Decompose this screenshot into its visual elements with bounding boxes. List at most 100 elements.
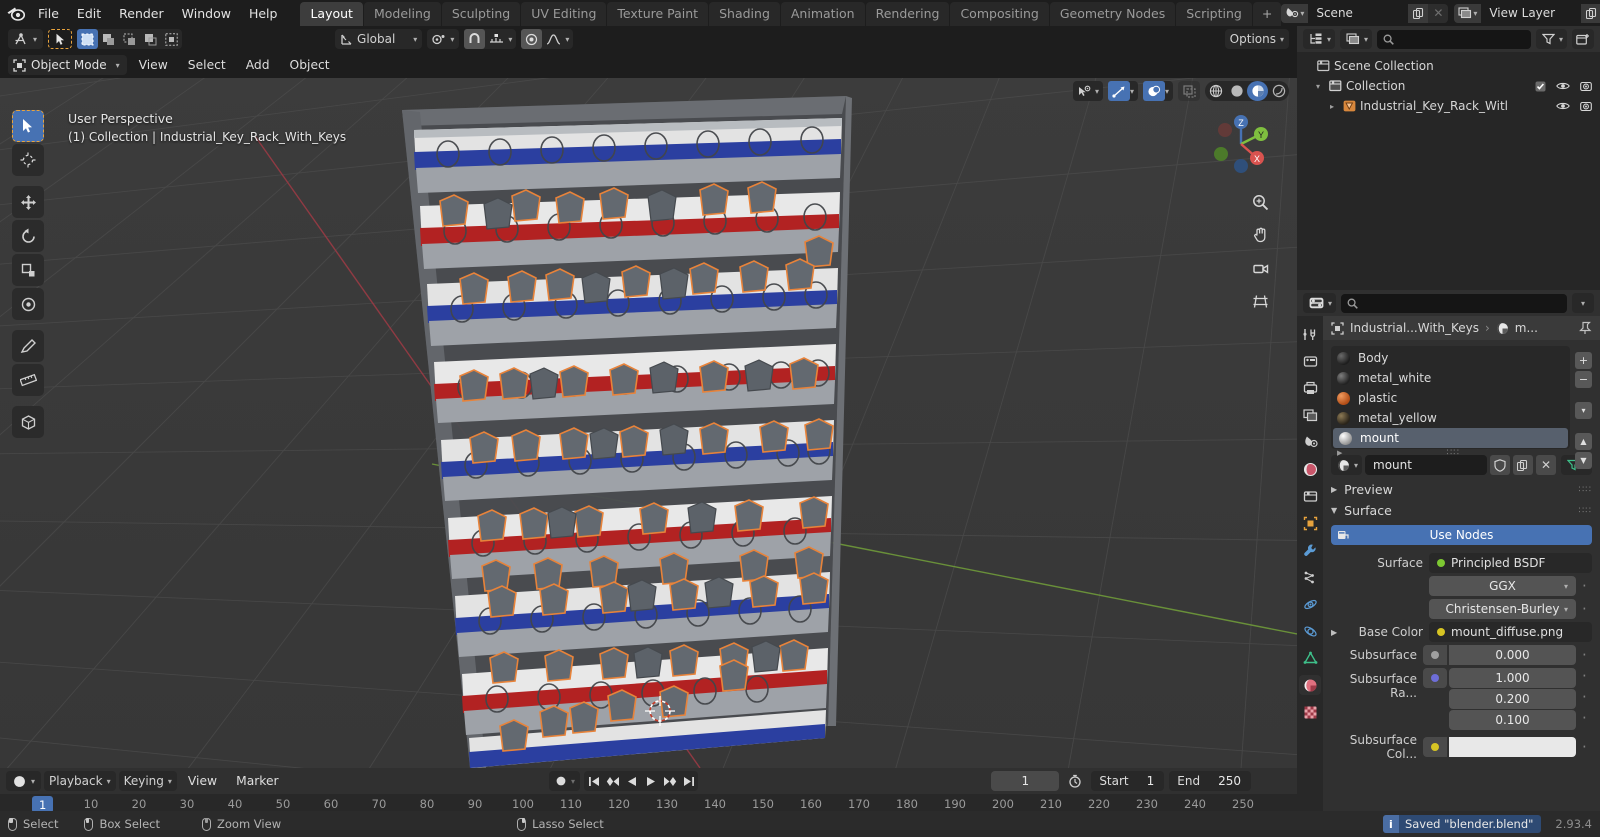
tab-modeling[interactable]: Modeling bbox=[363, 2, 441, 26]
disclosure-triangle[interactable]: ▾ bbox=[1311, 82, 1325, 91]
scale-tool[interactable] bbox=[12, 254, 44, 286]
visibility-selector[interactable]: ▾ bbox=[1072, 81, 1103, 101]
panel-surface[interactable]: ▼ Surface ∷∷ bbox=[1323, 500, 1600, 521]
surface-shader-field[interactable]: Principled BSDF bbox=[1429, 553, 1592, 573]
tab-layout[interactable]: Layout bbox=[300, 2, 363, 26]
add-material-slot-button[interactable]: + bbox=[1575, 352, 1592, 369]
properties-tab-render[interactable] bbox=[1299, 351, 1321, 371]
difference-select-icon[interactable] bbox=[161, 29, 182, 49]
keying-set-selector[interactable]: ▾ bbox=[549, 771, 581, 791]
subsurface-radius-x[interactable]: 1.000 bbox=[1449, 668, 1576, 688]
camera-icon[interactable] bbox=[1580, 101, 1592, 112]
magnet-icon[interactable] bbox=[464, 29, 486, 49]
solid-icon[interactable] bbox=[1226, 81, 1247, 101]
overlays-selector[interactable]: ▾ bbox=[1142, 81, 1173, 101]
subsurface-color-swatch[interactable] bbox=[1449, 737, 1576, 757]
properties-tab-texture[interactable] bbox=[1299, 702, 1321, 722]
properties-tab-modifiers[interactable] bbox=[1299, 540, 1321, 560]
new-material-icon[interactable] bbox=[1512, 455, 1533, 475]
chevron-down-icon[interactable]: ▾ bbox=[1572, 293, 1594, 313]
move-tool[interactable] bbox=[12, 186, 44, 218]
expand-triangle[interactable]: ▶ bbox=[1331, 628, 1341, 637]
outliner-editor-type[interactable]: ▾ bbox=[1303, 29, 1336, 49]
subsurface-method-dropdown[interactable]: Christensen-Burley ▾ bbox=[1429, 599, 1576, 619]
editor-type-selector[interactable]: ▾ bbox=[8, 29, 44, 49]
tab-scripting[interactable]: Scripting bbox=[1176, 2, 1252, 26]
properties-tab-physics[interactable] bbox=[1299, 594, 1321, 614]
outliner-tree[interactable]: Scene Collection ▾ Collection ▸ Industri… bbox=[1297, 52, 1600, 290]
browse-material-button[interactable]: ▾ bbox=[1331, 455, 1363, 475]
overlays-icon[interactable] bbox=[1142, 81, 1165, 101]
list-expand-triangle[interactable]: ▶ bbox=[1337, 449, 1342, 457]
show-hide-icon[interactable] bbox=[1073, 81, 1095, 101]
prev-keyframe-icon[interactable] bbox=[603, 771, 622, 791]
animate-property-dot[interactable]: · bbox=[1582, 602, 1592, 617]
viewport-menu-object[interactable]: Object bbox=[282, 56, 338, 74]
play-reverse-icon[interactable] bbox=[622, 771, 641, 791]
animate-property-dot[interactable]: · bbox=[1582, 690, 1592, 705]
timeline-menu-view[interactable]: View bbox=[180, 772, 225, 790]
menu-window[interactable]: Window bbox=[173, 3, 240, 24]
extend-select-icon[interactable] bbox=[98, 29, 119, 49]
status-report[interactable]: i Saved "blender.blend" bbox=[1382, 815, 1542, 833]
disclosure-triangle[interactable]: ▸ bbox=[1325, 102, 1339, 111]
pin-icon[interactable] bbox=[1578, 321, 1592, 335]
subsurface-radius-y[interactable]: 0.200 bbox=[1449, 689, 1576, 709]
outliner-row-scene-collection[interactable]: Scene Collection bbox=[1297, 56, 1600, 76]
new-view-layer-button[interactable] bbox=[1581, 3, 1600, 23]
stopwatch-icon[interactable] bbox=[1064, 771, 1086, 791]
tweak-cursor-icon[interactable] bbox=[48, 29, 73, 49]
tab-shading[interactable]: Shading bbox=[709, 2, 780, 26]
tab-rendering[interactable]: Rendering bbox=[865, 2, 950, 26]
material-preview-icon[interactable] bbox=[1247, 81, 1268, 101]
new-scene-button[interactable] bbox=[1408, 3, 1429, 23]
checkbox-icon[interactable] bbox=[1535, 81, 1546, 92]
material-name-field[interactable]: mount bbox=[1365, 455, 1487, 475]
outliner-search-input[interactable] bbox=[1377, 29, 1531, 49]
unlink-scene-button[interactable]: ✕ bbox=[1428, 3, 1449, 23]
scene-name[interactable]: Scene bbox=[1308, 3, 1409, 23]
set-select-icon[interactable] bbox=[77, 29, 99, 49]
menu-help[interactable]: Help bbox=[240, 3, 287, 24]
measure-tool[interactable] bbox=[12, 364, 44, 396]
timeline-menu-marker[interactable]: Marker bbox=[228, 772, 287, 790]
material-slot-row[interactable]: plastic bbox=[1331, 388, 1570, 408]
outliner-filter-button[interactable]: ▾ bbox=[1535, 29, 1567, 49]
tab-animation[interactable]: Animation bbox=[780, 2, 865, 26]
material-slot-row-selected[interactable]: mount bbox=[1333, 428, 1568, 448]
add-cube-tool[interactable] bbox=[12, 406, 44, 438]
pan-icon[interactable] bbox=[1249, 224, 1271, 246]
animate-property-dot[interactable]: · bbox=[1582, 669, 1592, 684]
rotate-tool[interactable] bbox=[12, 220, 44, 252]
properties-tab-object-data[interactable] bbox=[1299, 648, 1321, 668]
frame-end-field[interactable]: End 250 bbox=[1169, 771, 1251, 791]
base-color-field[interactable]: mount_diffuse.png bbox=[1429, 622, 1592, 642]
camera-icon[interactable] bbox=[1580, 81, 1592, 92]
move-slot-down-button[interactable]: ▼ bbox=[1575, 452, 1592, 469]
add-workspace-button[interactable]: + bbox=[1252, 2, 1282, 26]
distribution-dropdown[interactable]: GGX ▾ bbox=[1429, 576, 1576, 596]
eye-icon[interactable] bbox=[1556, 81, 1570, 91]
outliner-row-collection[interactable]: ▾ Collection bbox=[1297, 76, 1600, 96]
animate-property-dot[interactable]: · bbox=[1582, 740, 1592, 755]
gizmo-icon[interactable] bbox=[1107, 81, 1130, 101]
animate-property-dot[interactable]: · bbox=[1582, 579, 1592, 594]
properties-tab-material[interactable] bbox=[1299, 675, 1321, 695]
zoom-icon[interactable] bbox=[1249, 191, 1271, 213]
panel-preview[interactable]: ▶ Preview ∷∷ bbox=[1323, 479, 1600, 500]
scene-datablock[interactable]: ▾ Scene ✕ bbox=[1281, 3, 1449, 23]
snap-increment-icon[interactable] bbox=[485, 29, 508, 49]
tab-uv-editing[interactable]: UV Editing bbox=[521, 2, 607, 26]
pivot-point-selector[interactable]: ▾ bbox=[427, 29, 460, 49]
interaction-mode-selector[interactable]: Object Mode ▾ bbox=[8, 55, 127, 75]
properties-tab-scene[interactable] bbox=[1299, 432, 1321, 452]
material-slot-list[interactable]: Body metal_white plastic metal_yellow mo… bbox=[1331, 346, 1570, 458]
tab-texture-paint[interactable]: Texture Paint bbox=[607, 2, 709, 26]
properties-tab-constraints[interactable] bbox=[1299, 621, 1321, 641]
annotate-tool[interactable] bbox=[12, 330, 44, 362]
subsurface-value-field[interactable]: 0.000 bbox=[1449, 645, 1576, 665]
timeline-menu-keying[interactable]: Keying ▾ bbox=[118, 771, 177, 791]
xray-icon[interactable] bbox=[1178, 81, 1200, 101]
proportional-edit-icon[interactable] bbox=[521, 29, 543, 49]
viewport-menu-add[interactable]: Add bbox=[238, 56, 278, 74]
